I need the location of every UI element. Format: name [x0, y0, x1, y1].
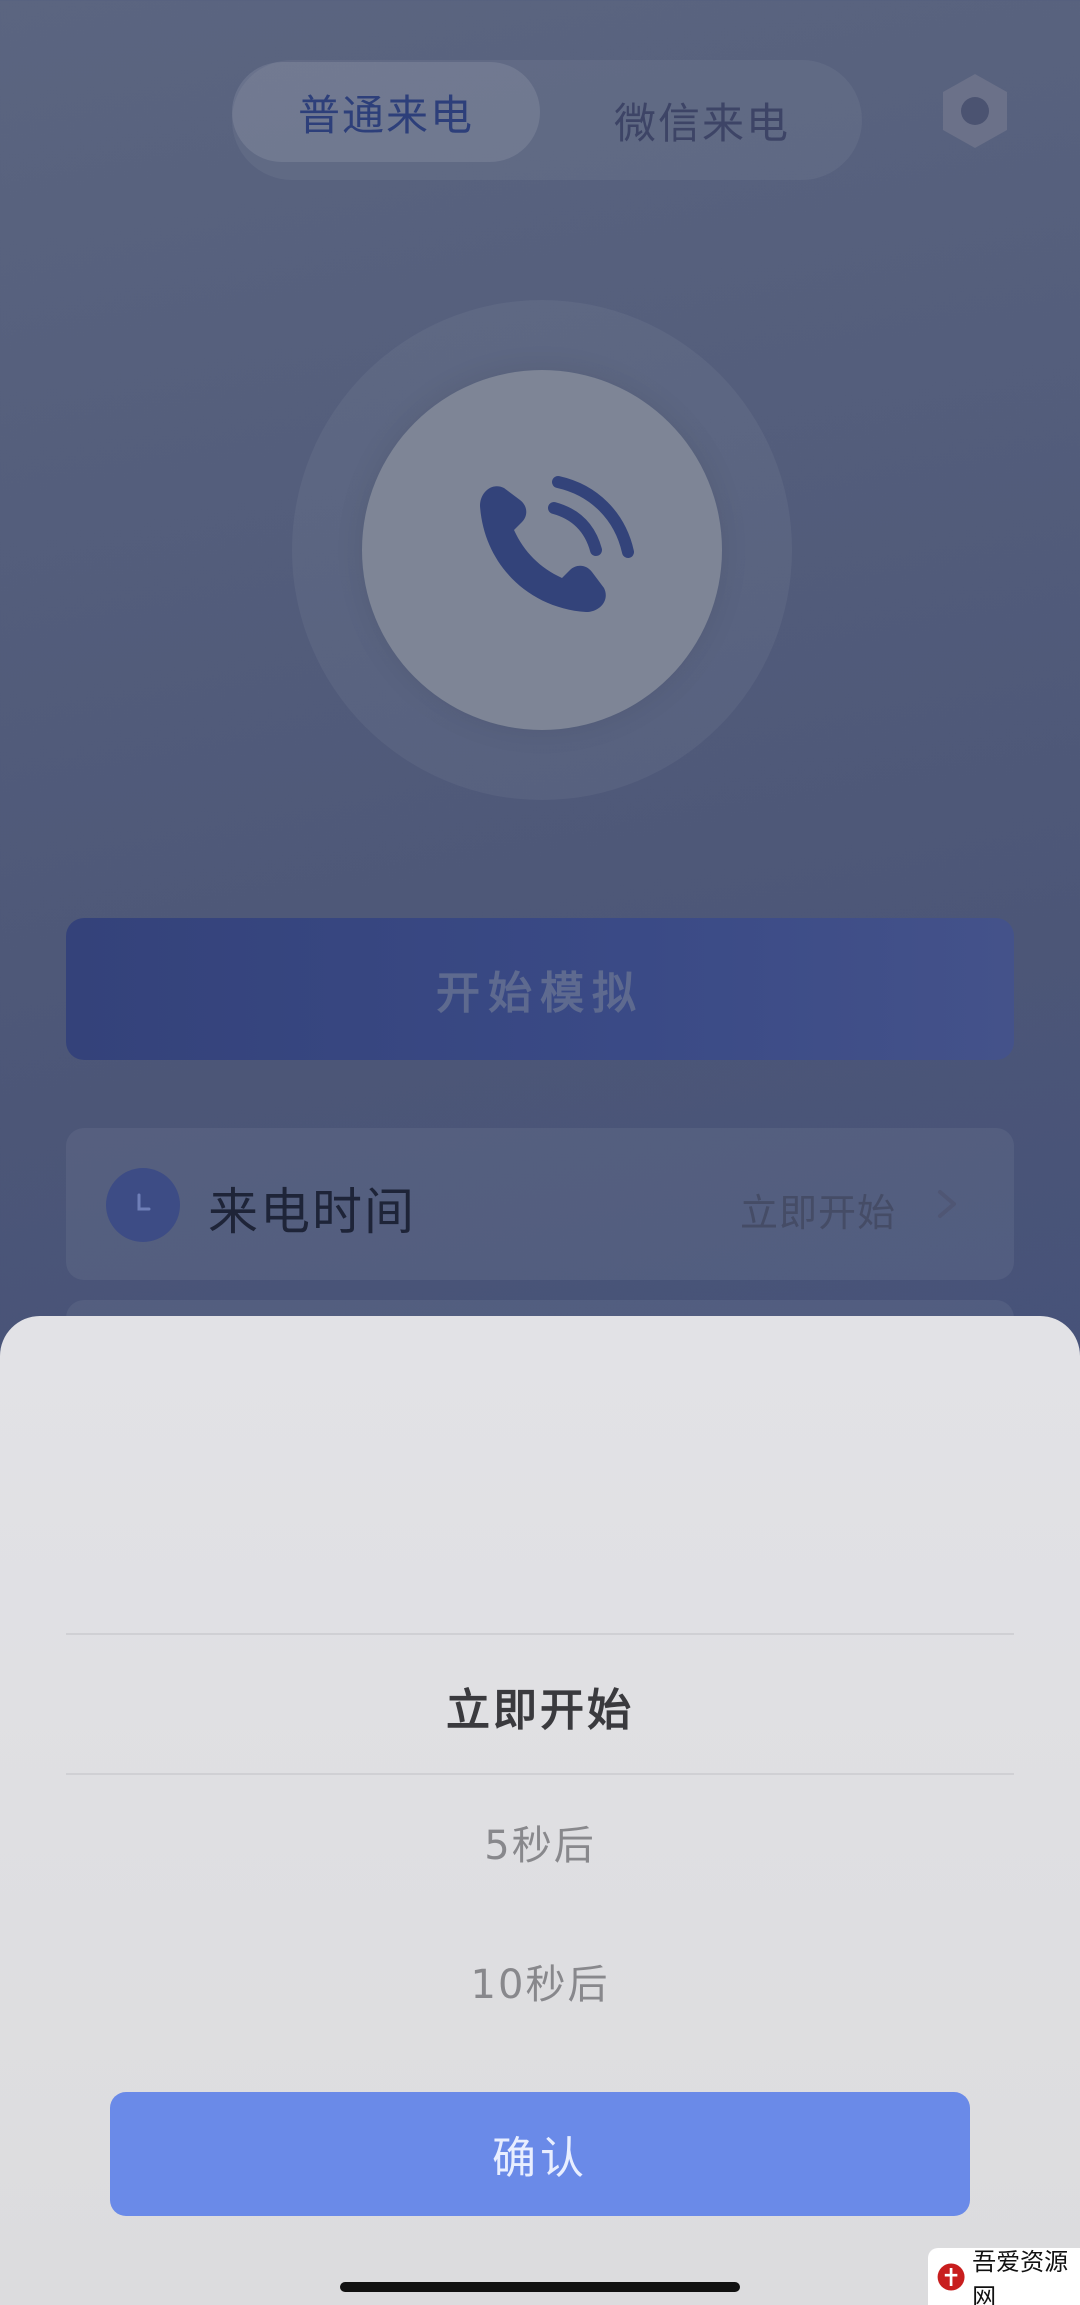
watermark: 吾爱资源网 — [928, 2248, 1080, 2305]
home-indicator — [340, 2282, 740, 2292]
call-button[interactable] — [362, 370, 722, 730]
picker-option-selected[interactable]: 立即开始 — [0, 1674, 1080, 1738]
confirm-button[interactable]: 确认 — [110, 2092, 970, 2216]
picker-divider-bottom — [66, 1773, 1014, 1775]
picker-option[interactable]: 10秒后 — [0, 1952, 1080, 2010]
call-type-tabs: 普通来电 微信来电 — [232, 60, 862, 180]
clock-icon — [106, 1168, 180, 1242]
time-picker-sheet: 立即开始 5秒后 10秒后 确认 — [0, 1316, 1080, 2305]
call-time-row[interactable]: 来电时间 立即开始 — [66, 1128, 1014, 1280]
tab-normal-call[interactable]: 普通来电 — [232, 62, 540, 162]
phone-ringing-icon — [442, 448, 642, 652]
tab-wechat-call[interactable]: 微信来电 — [552, 70, 852, 170]
start-simulation-button[interactable]: 开始模拟 — [66, 918, 1014, 1060]
chevron-right-icon — [930, 1184, 964, 1224]
watermark-logo-icon — [937, 2263, 965, 2290]
call-time-value: 立即开始 — [739, 1191, 896, 1235]
picker-option[interactable]: 5秒后 — [0, 1813, 1080, 1871]
picker-divider-top — [66, 1633, 1014, 1635]
settings-hexagon-icon[interactable] — [934, 70, 1016, 152]
call-time-label: 来电时间 — [208, 1183, 416, 1241]
watermark-text: 吾爱资源网 — [972, 2247, 1069, 2305]
